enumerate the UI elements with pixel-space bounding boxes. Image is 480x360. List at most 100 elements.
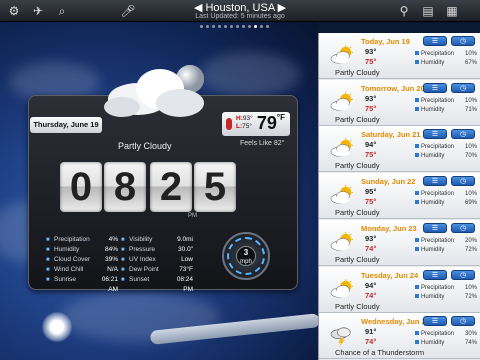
calendar-icon[interactable]: ▦ (444, 3, 460, 19)
details-button[interactable]: ☰ (423, 129, 447, 140)
stat-value: 4% (108, 236, 118, 243)
stat-icon: ■ (121, 267, 125, 273)
sun-cloud-icon (330, 185, 353, 204)
clock-digit-hour-1: 0 (60, 162, 102, 212)
page-dot[interactable] (254, 25, 257, 28)
hourly-button[interactable]: ◷ (451, 129, 475, 140)
precip-label: Precipitation (415, 284, 454, 293)
forecast-condition: Partly Cloudy (335, 301, 380, 311)
humidity-value: 71% (464, 106, 477, 113)
forecast-day: Sunday, Jun 22 (361, 177, 416, 187)
stat-icon: ■ (46, 257, 50, 263)
page-dot[interactable] (218, 25, 221, 28)
hourly-button[interactable]: ◷ (451, 222, 475, 233)
low-temp: 75° (242, 123, 252, 130)
humidity-label: Humidity (415, 199, 444, 208)
stat-label: Wind Chill (54, 266, 84, 273)
forecast-condition: Partly Cloudy (335, 68, 380, 77)
humidity-label: Humidity (415, 59, 444, 68)
forecast-precip-humidity: Precipitation 10% Humidity 71% (415, 97, 477, 115)
details-button[interactable]: ☰ (423, 269, 447, 280)
forecast-day-card[interactable]: Saturday, Jun 21 ☰ ◷ 94° 75° Precipitation 10%… (319, 126, 480, 173)
wind-speed: 3 (243, 248, 249, 257)
details-button[interactable]: ☰ (423, 82, 447, 93)
page-dot[interactable] (260, 25, 263, 28)
forecast-sidebar[interactable]: Today, Jun 19 ☰ ◷ 93° 75° Precipitation 10% Hum… (318, 33, 480, 360)
page-dot[interactable] (212, 25, 215, 28)
stat-icon: ■ (121, 247, 125, 253)
page-dot[interactable] (266, 25, 269, 28)
stat-label: Dew Point (129, 266, 159, 273)
stat-item: ■ Wind Chill N/A (46, 265, 121, 275)
stat-icon: ■ (121, 257, 125, 263)
forecast-precip-humidity: Precipitation 10% Humidity 67% (415, 50, 477, 68)
sun-cloud-icon (330, 138, 353, 158)
weather-stats: ■ Precipitation 4% ■ Visibility 9.0mi ■ Humidit… (46, 235, 196, 293)
page-dot[interactable] (206, 25, 209, 28)
stat-item: ■ Precipitation 4% (46, 235, 121, 245)
stat-value: 73°F (179, 266, 193, 273)
precip-value: 10% (464, 97, 477, 104)
forecast-precip-humidity: Precipitation 10% Humidity 69% (415, 190, 477, 208)
hourly-button[interactable]: ◷ (451, 176, 475, 187)
news-icon[interactable]: ▤ (420, 3, 436, 19)
stat-label: Sunrise (54, 276, 77, 283)
humidity-label: Humidity (415, 246, 444, 255)
top-bar: ⚙ ✈ ⌕ 🎤︎ ◀ Houston, USA ▶ Last Updated: … (0, 0, 480, 22)
stat-label: Visibility (129, 236, 153, 243)
stats-row: ■ Cloud Cover 39% ■ UV Index Low (46, 255, 196, 265)
forecast-day: Wednesday, Jun 25 (361, 317, 430, 327)
stat-value: 39% (104, 256, 118, 263)
forecast-low: 75° (365, 150, 377, 160)
forecast-high: 95° (365, 187, 377, 197)
forecast-low: 74° (365, 243, 377, 253)
stat-label: Pressure (129, 246, 156, 253)
stat-item: ■ Dew Point 73°F (121, 265, 196, 275)
forecast-condition: Partly Cloudy (335, 114, 380, 124)
hourly-button[interactable]: ◷ (451, 269, 475, 280)
wind-dial[interactable]: 3 mph (222, 232, 270, 280)
forecast-day: Tuesday, Jun 24 (361, 270, 419, 280)
humidity-value: 67% (464, 60, 477, 66)
forecast-condition: Chance of a Thunderstorm (335, 348, 425, 358)
forecast-day-card[interactable]: Tuesday, Jun 24 ☰ ◷ 94° 74° Precipitation 10% H… (319, 266, 480, 313)
precip-label: Precipitation (415, 190, 454, 199)
forecast-day-card[interactable]: Sunday, Jun 22 ☰ ◷ 95° 75° Precipitation 10% Hu… (319, 173, 480, 220)
page-dot[interactable] (242, 25, 245, 28)
forecast-day-card[interactable]: Wednesday, Jun 25 ☰ ◷ 91° 74° Precipitation 30… (319, 313, 480, 360)
forecast-day-card[interactable]: Monday, Jun 23 ☰ ◷ 93° 74° Precipitation 20% Hu… (319, 219, 480, 266)
page-dot[interactable] (200, 25, 203, 28)
stat-item: ■ Visibility 9.0mi (121, 235, 196, 245)
details-button[interactable]: ☰ (423, 36, 447, 46)
humidity-label: Humidity (415, 152, 444, 161)
stat-item: ■ Pressure 30.0" (121, 245, 196, 255)
hourly-button[interactable]: ◷ (451, 316, 475, 327)
page-dot[interactable] (236, 25, 239, 28)
moon-icon (42, 312, 72, 342)
page-dot[interactable] (248, 25, 251, 28)
stat-value: Low (181, 256, 193, 263)
details-button[interactable]: ☰ (423, 316, 447, 327)
forecast-precip-humidity: Precipitation 20% Humidity 72% (415, 237, 477, 255)
stat-value: 9.0mi (177, 236, 193, 243)
page-indicator[interactable] (200, 25, 320, 31)
clock-digit-minute-2: 5 (194, 162, 236, 212)
hourly-button[interactable]: ◷ (451, 82, 475, 93)
stat-icon: ■ (121, 277, 125, 283)
details-button[interactable]: ☰ (423, 176, 447, 187)
page-dot[interactable] (230, 25, 233, 28)
hourly-button[interactable]: ◷ (451, 36, 475, 46)
humidity-label: Humidity (415, 106, 444, 115)
map-icon[interactable]: ⚲ (396, 3, 412, 19)
page-dot[interactable] (224, 25, 227, 28)
details-button[interactable]: ☰ (423, 222, 447, 233)
stat-item: ■ Sunrise 06:21 AM (46, 275, 121, 293)
forecast-low: 74° (365, 337, 377, 347)
forecast-day-card[interactable]: Today, Jun 19 ☰ ◷ 93° 75° Precipitation 10% Hum… (319, 33, 480, 79)
stat-label: Sunset (129, 276, 150, 283)
precip-label: Precipitation (415, 237, 454, 246)
stat-icon: ■ (46, 247, 50, 253)
current-temp: 79°F (256, 113, 285, 133)
forecast-precip-humidity: Precipitation 10% Humidity 70% (415, 143, 477, 161)
forecast-day-card[interactable]: Tomorrow, Jun 20 ☰ ◷ 93° 75° Precipitation 10%… (319, 79, 480, 126)
